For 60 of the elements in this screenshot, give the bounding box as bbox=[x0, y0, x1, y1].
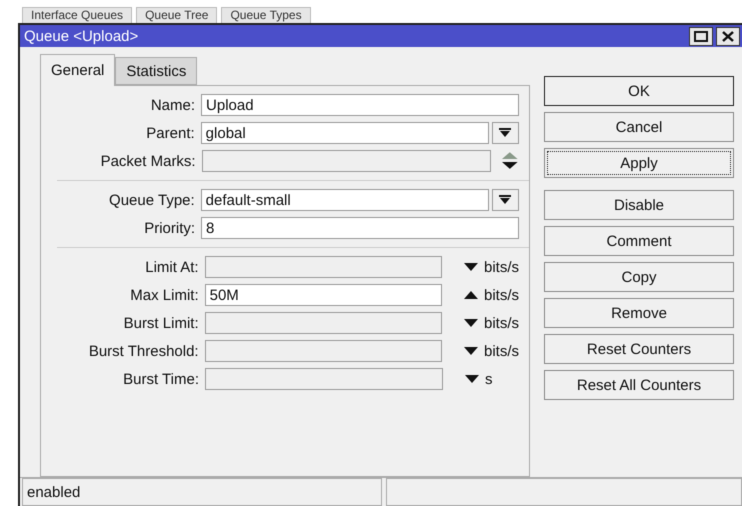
field-label: Max Limit: bbox=[129, 286, 199, 304]
status-text: enabled bbox=[22, 478, 382, 506]
background-tab[interactable]: Queue Types bbox=[221, 7, 311, 23]
input-field[interactable] bbox=[204, 340, 442, 362]
dialog-button[interactable]: Remove bbox=[544, 298, 734, 328]
field-label: Burst Threshold: bbox=[88, 342, 199, 360]
tab[interactable]: Statistics bbox=[115, 57, 198, 85]
field-label: Queue Type: bbox=[108, 192, 195, 208]
field-value: global bbox=[206, 124, 246, 142]
unit-label: bits/s bbox=[484, 258, 519, 276]
unit-label: bits/s bbox=[484, 342, 519, 360]
background-tab[interactable]: Interface Queues bbox=[22, 7, 132, 23]
field-label: Burst Limit: bbox=[122, 314, 199, 332]
dialog-button[interactable]: Reset All Counters bbox=[544, 370, 734, 400]
input-field[interactable] bbox=[204, 256, 442, 278]
input-field[interactable]: 50M bbox=[204, 284, 442, 306]
dropdown-arrow-icon bbox=[499, 128, 512, 138]
field-label: Limit At: bbox=[144, 258, 199, 276]
dialog-button[interactable]: Apply bbox=[544, 148, 734, 178]
input-field[interactable] bbox=[204, 312, 442, 334]
field-label: Burst Time: bbox=[122, 370, 199, 388]
field-label: Name: bbox=[150, 96, 196, 114]
expand-arrow-icon[interactable] bbox=[464, 319, 478, 327]
up-down-icon[interactable] bbox=[501, 151, 519, 171]
dialog-button[interactable]: Reset Counters bbox=[544, 334, 734, 364]
close-button[interactable] bbox=[716, 26, 740, 46]
close-icon bbox=[722, 30, 734, 42]
combo-field[interactable]: default-small bbox=[200, 189, 489, 211]
field-label: Parent: bbox=[145, 124, 195, 142]
dropdown-button[interactable] bbox=[492, 189, 519, 211]
dropdown-button[interactable] bbox=[492, 122, 519, 144]
dialog-button[interactable]: Copy bbox=[544, 262, 734, 292]
dialog-button[interactable]: OK bbox=[544, 76, 734, 106]
unit-label: bits/s bbox=[484, 286, 519, 304]
unit-label: bits/s bbox=[484, 314, 519, 332]
input-field[interactable] bbox=[205, 368, 443, 390]
tab[interactable]: General bbox=[40, 54, 116, 86]
dropdown-arrow-icon bbox=[499, 195, 512, 205]
collapse-arrow-icon[interactable] bbox=[464, 291, 478, 299]
field-label: Packet Marks: bbox=[100, 152, 196, 170]
background-tab[interactable]: Queue Tree bbox=[136, 7, 218, 23]
field-label: Priority: bbox=[143, 220, 196, 236]
field-value: default-small bbox=[206, 192, 291, 208]
dialog-button[interactable]: Cancel bbox=[544, 112, 734, 142]
field-value: 8 bbox=[206, 220, 214, 236]
maximize-icon bbox=[694, 30, 708, 42]
expand-arrow-icon[interactable] bbox=[464, 263, 478, 271]
window-title: Queue <Upload> bbox=[24, 28, 138, 44]
expand-arrow-icon[interactable] bbox=[464, 347, 478, 355]
unit-label: s bbox=[485, 370, 492, 388]
input-field[interactable] bbox=[202, 150, 492, 172]
expand-arrow-icon[interactable] bbox=[465, 375, 479, 383]
field-value: 50M bbox=[210, 286, 239, 304]
dialog-button[interactable]: Comment bbox=[544, 226, 734, 256]
combo-field[interactable]: global bbox=[200, 122, 489, 144]
maximize-button[interactable] bbox=[689, 26, 713, 46]
input-field[interactable]: 8 bbox=[201, 217, 519, 239]
dialog-button[interactable]: Disable bbox=[544, 190, 734, 220]
field-value: Upload bbox=[206, 96, 254, 114]
input-field[interactable]: Upload bbox=[201, 94, 519, 116]
